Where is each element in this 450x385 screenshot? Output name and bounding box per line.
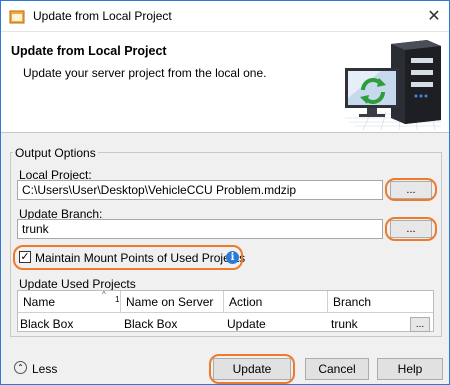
help-button[interactable]: Help [377,358,443,380]
cell-name-on-server[interactable]: Black Box [122,314,225,332]
app-icon [9,10,25,24]
header-title: Update from Local Project [11,44,167,58]
cell-name[interactable]: Black Box [18,314,121,332]
highlight-browse-branch [385,217,437,241]
column-header-branch[interactable]: Branch [328,291,433,313]
update-branch-input[interactable]: trunk [17,219,383,239]
server-sync-image [345,40,441,130]
column-header-action[interactable]: Action [224,291,328,313]
dialog-window: Update from Local Project ✕ Update from … [0,0,450,385]
less-toggle[interactable]: Less [32,362,57,376]
less-chevron-up-icon[interactable]: ⌃ [14,361,27,374]
output-options-legend: Output Options [13,146,98,160]
close-icon[interactable]: ✕ [419,1,449,31]
cell-branch[interactable]: trunk [329,314,409,332]
update-used-projects-label: Update Used Projects [19,277,136,291]
cell-action[interactable]: Update [225,314,329,332]
row-branch-more-button[interactable]: ... [410,317,430,332]
highlight-update-button [209,354,295,384]
dialog-header: Update from Local Project Update your se… [1,32,449,133]
sort-index: 1 [115,295,120,304]
used-projects-table: Name 1 Name on Server Action Branch Blac… [17,290,434,332]
sort-ascending-icon: ^ [102,290,106,299]
highlight-browse-local [385,178,437,201]
title-bar: Update from Local Project ✕ [1,1,449,32]
column-header-name-on-server[interactable]: Name on Server [121,291,224,313]
window-title: Update from Local Project [33,9,172,23]
highlight-maintain-mount [13,245,243,270]
local-project-input[interactable]: C:\Users\User\Desktop\VehicleCCU Problem… [17,180,383,200]
header-description: Update your server project from the loca… [23,66,267,80]
cancel-button[interactable]: Cancel [305,358,369,380]
